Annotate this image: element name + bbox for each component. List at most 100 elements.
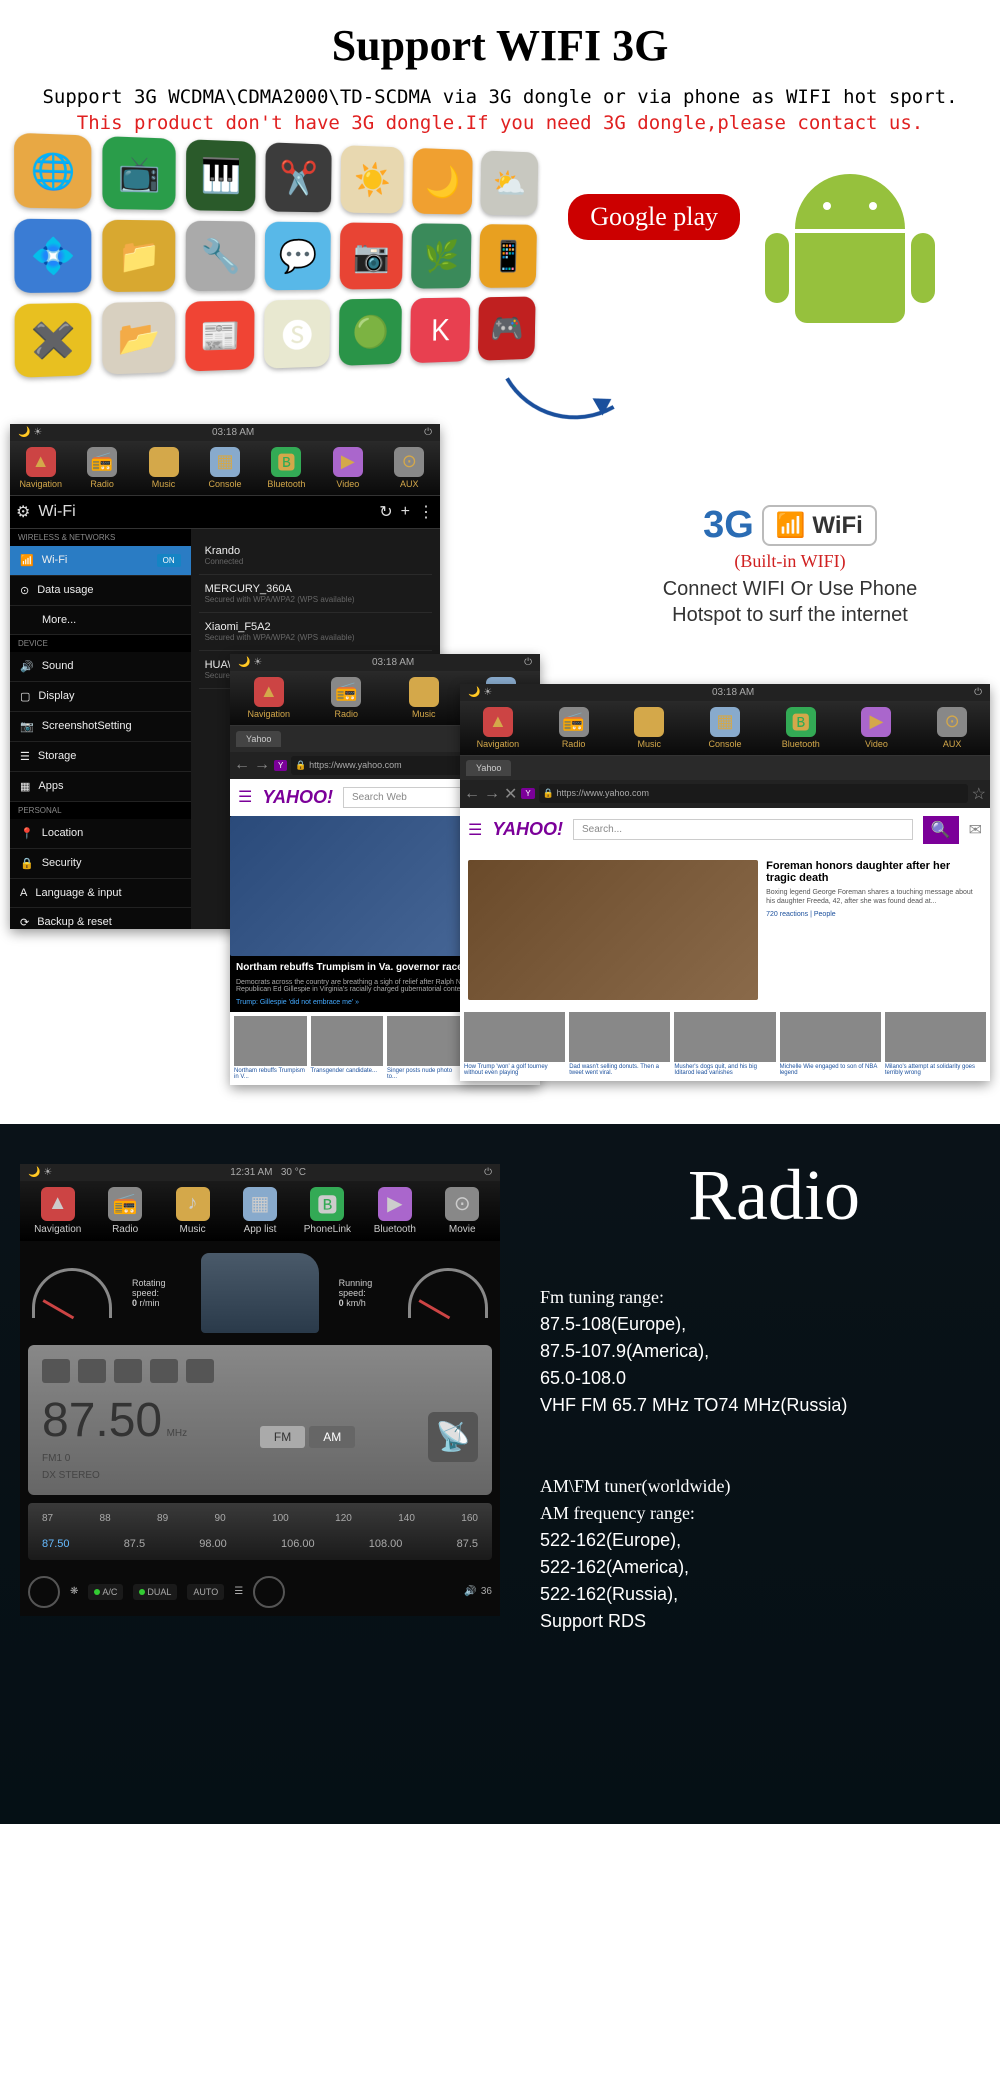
nav-tab[interactable]: ▦Console: [194, 445, 255, 491]
headline[interactable]: Foreman honors daughter after her tragic…: [766, 860, 982, 884]
nav-tab[interactable]: ⊙Movie: [429, 1187, 496, 1235]
back-icon[interactable]: ←: [234, 756, 250, 774]
article-thumb[interactable]: Dad wasn't selling donuts. Then a tweet …: [569, 1012, 670, 1077]
nav-tab[interactable]: ▶Video: [839, 705, 915, 751]
section-header: WIRELESS & NETWORKS: [10, 529, 191, 546]
backup-icon: ⟳: [20, 916, 29, 929]
article-thumb[interactable]: Singer posts nude photo to...: [387, 1016, 460, 1081]
nav-tab[interactable]: ▲Navigation: [230, 675, 308, 721]
app-icon: 📱: [479, 224, 537, 288]
browser-device-large: 🌙 ☀03:18 AM⏻ ▲Navigation📻Radio♪Music▦Con…: [460, 684, 990, 1081]
settings-data[interactable]: ⊙Data usage: [10, 576, 191, 606]
settings-storage[interactable]: ☰Storage: [10, 742, 191, 772]
am-button[interactable]: AM: [309, 1426, 355, 1448]
defrost-icon[interactable]: ☰: [234, 1586, 243, 1597]
prev-button[interactable]: [78, 1359, 106, 1383]
article-thumb[interactable]: Michelle Wie engaged to son of NBA legen…: [780, 1012, 881, 1077]
nav-tab[interactable]: 📻Radio: [71, 445, 132, 491]
settings-apps[interactable]: ▦Apps: [10, 772, 191, 802]
settings-more[interactable]: More...: [10, 606, 191, 635]
settings-location[interactable]: 📍Location: [10, 819, 191, 849]
settings-button[interactable]: [186, 1359, 214, 1383]
search-button[interactable]: 🔍: [923, 816, 959, 844]
browser-tab[interactable]: Yahoo: [466, 760, 511, 776]
gauge-label: Running speed:: [339, 1278, 373, 1298]
reactions-link[interactable]: 720 reactions | People: [766, 911, 836, 918]
forward-icon[interactable]: →: [254, 756, 270, 774]
nav-tab[interactable]: ▶Bluetooth: [361, 1187, 428, 1235]
nav-tab[interactable]: ▲Navigation: [460, 705, 536, 751]
nav-tab[interactable]: ♪Music: [385, 675, 463, 721]
wifi-icon: 📶: [20, 554, 34, 567]
settings-sound[interactable]: 🔊Sound: [10, 652, 191, 682]
menu-icon[interactable]: ☰: [238, 787, 252, 807]
spec-line: 522-162(Europe),: [540, 1527, 960, 1554]
nav-tab[interactable]: ⊙AUX: [914, 705, 990, 751]
fan-icon[interactable]: ❋: [70, 1586, 78, 1597]
nav-tab[interactable]: ▦Console: [687, 705, 763, 751]
nav-tab[interactable]: ▶Video: [317, 445, 378, 491]
article-thumb[interactable]: How Trump 'won' a golf tourney without e…: [464, 1012, 565, 1077]
wifi-network[interactable]: Xiaomi_F5A2Secured with WPA/WPA2 (WPS av…: [199, 613, 432, 651]
search-input[interactable]: Search...: [573, 819, 913, 840]
nav-tab[interactable]: 🅱Bluetooth: [763, 705, 839, 751]
temp-knob-right[interactable]: [253, 1576, 285, 1608]
refresh-icon[interactable]: ↻: [379, 502, 392, 522]
mail-icon[interactable]: ✉: [969, 820, 982, 840]
nav-tab[interactable]: ⊙AUX: [379, 445, 440, 491]
tuning-dial[interactable]: 87888990100120140160 87.5087.598.00106.0…: [28, 1503, 492, 1560]
nav-tab[interactable]: ▲Navigation: [10, 445, 71, 491]
next-button[interactable]: [150, 1359, 178, 1383]
spec-line: 65.0-108.0: [540, 1365, 960, 1392]
preset-button[interactable]: 87.5: [124, 1538, 145, 1550]
preset-button[interactable]: 87.50: [42, 1538, 70, 1550]
settings-wifi[interactable]: 📶Wi-FiON: [10, 546, 191, 576]
browser-tab[interactable]: Yahoo: [236, 731, 281, 747]
settings-backup[interactable]: ⟳Backup & reset: [10, 908, 191, 929]
nav-tab[interactable]: 🅱Bluetooth: [256, 445, 317, 491]
scan-button[interactable]: [114, 1359, 142, 1383]
article-thumb[interactable]: Musher's dogs quit, and his big Iditarod…: [674, 1012, 775, 1077]
wifi-title: Support WIFI 3G: [40, 20, 960, 71]
article-summary: Boxing legend George Foreman shares a to…: [766, 888, 982, 906]
nav-tab[interactable]: ♪Music: [159, 1187, 226, 1235]
preset-button[interactable]: 98.00: [199, 1538, 227, 1550]
nav-tab[interactable]: ♪Music: [611, 705, 687, 751]
status-time: 03:18 AM: [212, 427, 254, 438]
nav-tab[interactable]: ▲Navigation: [24, 1187, 91, 1235]
settings-screenshot[interactable]: 📷ScreenshotSetting: [10, 712, 191, 742]
wifi-toggle[interactable]: ON: [157, 554, 181, 567]
preset-button[interactable]: 108.00: [369, 1538, 403, 1550]
add-icon[interactable]: +: [401, 503, 410, 521]
menu-icon[interactable]: ⋮: [418, 502, 434, 522]
preset-button[interactable]: 87.5: [457, 1538, 478, 1550]
eq-button[interactable]: [42, 1359, 70, 1383]
wifi-network[interactable]: KrandoConnected: [199, 537, 432, 575]
radio-device-screenshot: 🌙 ☀12:31 AM 30 °C⏻ ▲Navigation📻Radio♪Mus…: [20, 1164, 500, 1616]
settings-security[interactable]: 🔒Security: [10, 849, 191, 879]
nav-tab[interactable]: 🅱PhoneLink: [294, 1187, 361, 1235]
nav-tab[interactable]: ▦App list: [226, 1187, 293, 1235]
preset-button[interactable]: 106.00: [281, 1538, 315, 1550]
storage-icon: ☰: [20, 750, 30, 763]
article-thumb[interactable]: Milano's attempt at solidarity goes terr…: [885, 1012, 986, 1077]
status-time: 03:18 AM: [712, 687, 754, 698]
ac-button[interactable]: A/C: [88, 1584, 123, 1600]
nav-tab[interactable]: 📻Radio: [308, 675, 386, 721]
app-icon: 📺: [102, 136, 175, 210]
article-thumb[interactable]: Northam rebuffs Trumpism in V...: [234, 1016, 307, 1081]
wifi-network[interactable]: MERCURY_360ASecured with WPA/WPA2 (WPS a…: [199, 575, 432, 613]
nav-tab[interactable]: ♪Music: [133, 445, 194, 491]
temp-knob-left[interactable]: [28, 1576, 60, 1608]
url-input[interactable]: 🔒 https://www.yahoo.com: [539, 784, 968, 803]
fm-button[interactable]: FM: [260, 1426, 305, 1448]
nav-tab[interactable]: 📻Radio: [91, 1187, 158, 1235]
settings-language[interactable]: ALanguage & input: [10, 879, 191, 908]
auto-button[interactable]: AUTO: [187, 1584, 224, 1600]
frequency-display: 87.50: [42, 1394, 162, 1447]
settings-display[interactable]: ▢Display: [10, 682, 191, 712]
nav-tab[interactable]: 📻Radio: [536, 705, 612, 751]
article-thumb[interactable]: Transgender candidate...: [311, 1016, 384, 1081]
location-icon: 📍: [20, 827, 34, 840]
dual-button[interactable]: DUAL: [133, 1584, 177, 1600]
